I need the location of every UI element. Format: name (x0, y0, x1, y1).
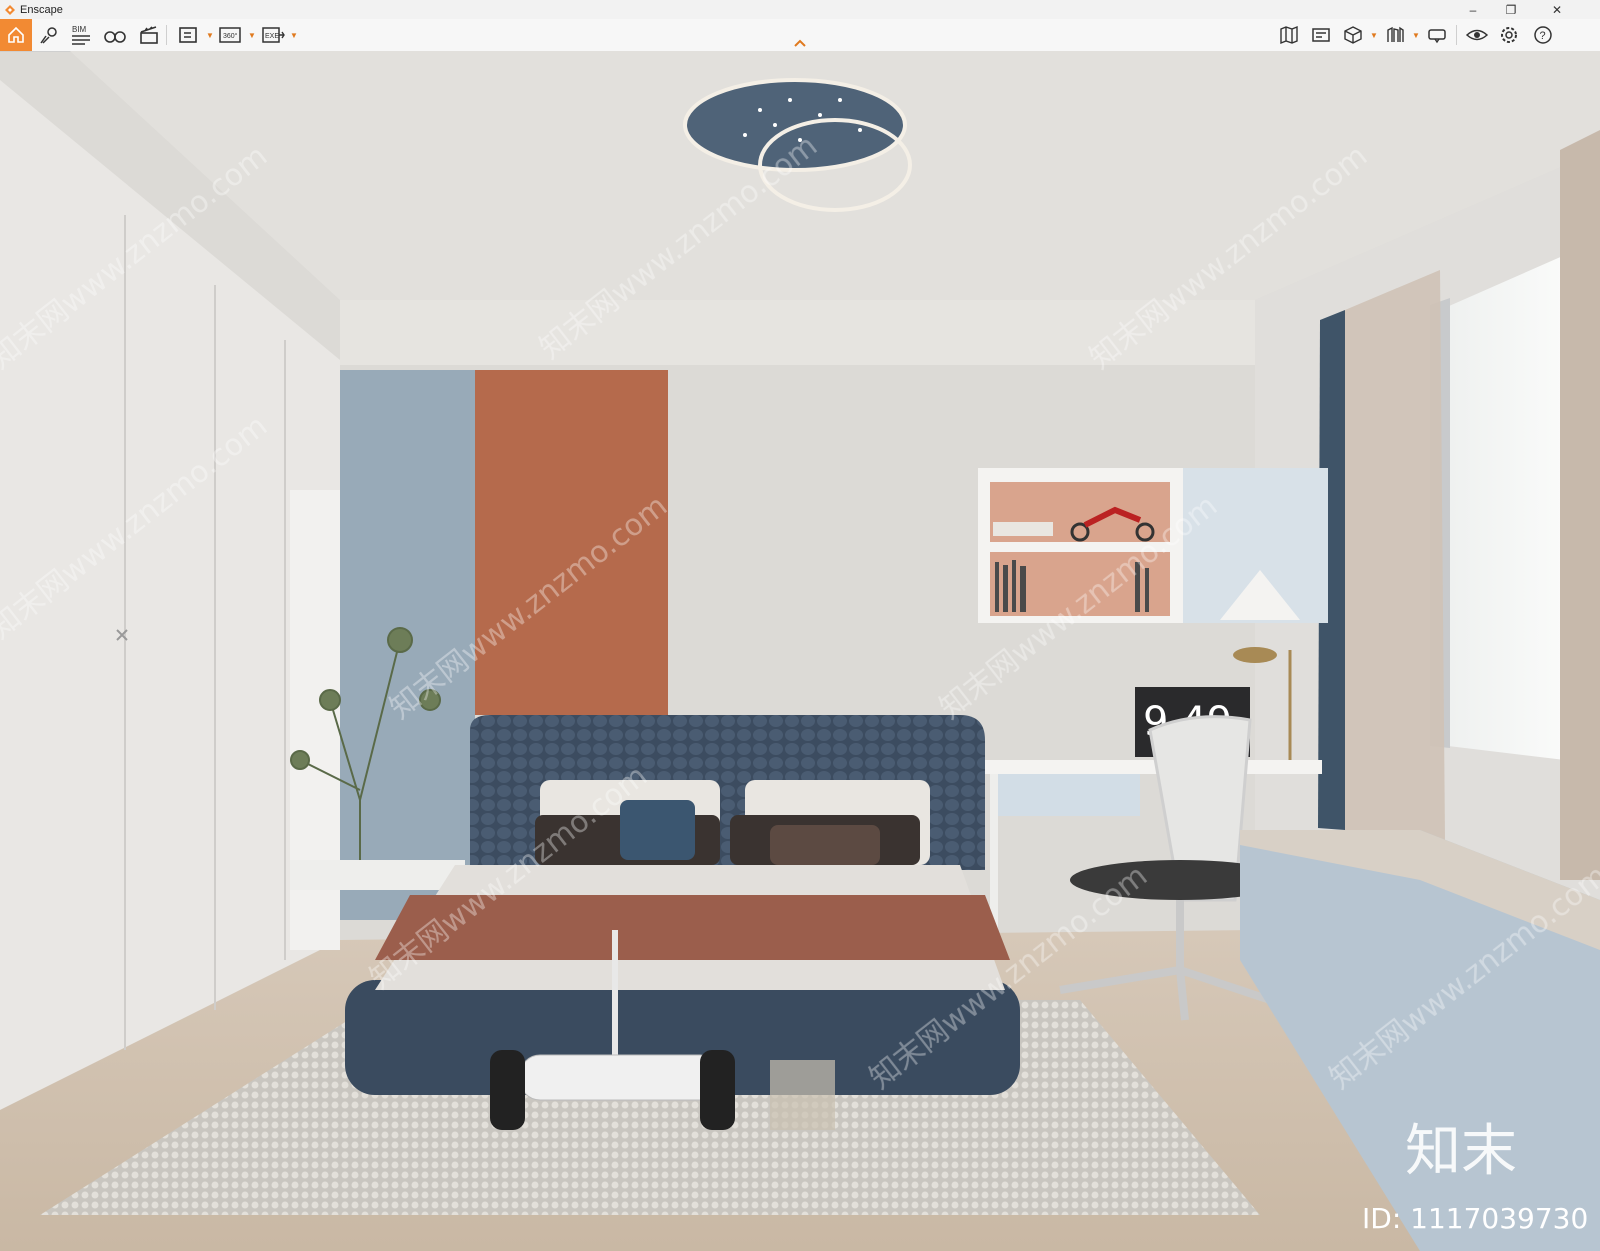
library-icon (1387, 26, 1404, 42)
bim-label: BIM (72, 25, 87, 34)
panorama-dropdown-chevron-icon[interactable]: ▼ (248, 31, 256, 40)
sheer-curtain (1345, 270, 1445, 840)
visual-settings-icon (1465, 29, 1489, 41)
map-pin-icon (40, 27, 57, 44)
bim-button[interactable]: BIM (68, 22, 94, 48)
exe-export-icon: EXE (262, 27, 285, 43)
enscape-logo-icon (5, 4, 15, 15)
map-view-button[interactable] (1276, 22, 1302, 48)
vr-headset-button[interactable] (1424, 22, 1450, 48)
view-management-button[interactable] (36, 22, 62, 48)
glass-cube-lantern (770, 1060, 835, 1130)
help-glyph: ? (1540, 30, 1546, 42)
toolbar-separator (1456, 25, 1457, 45)
panorama-360-icon: 360° (219, 27, 241, 43)
library-dropdown-chevron-icon[interactable]: ▼ (1412, 31, 1420, 40)
video-editor-icon (1312, 28, 1330, 42)
close-button[interactable]: ✕ (1540, 0, 1574, 19)
blue-cushion (620, 800, 695, 860)
desk-lamp (1233, 647, 1277, 663)
bim-icon: BIM (72, 25, 90, 45)
asset-cube-icon (1344, 26, 1362, 44)
bedroom-render-scene: 9 49 知末网www.z (0, 51, 1600, 1251)
exe-label: EXE (265, 33, 279, 40)
right-curtain (1560, 130, 1600, 880)
exe-export-button[interactable]: EXE (260, 22, 286, 48)
title-bar: Enscape – ❐ ✕ (0, 0, 1600, 20)
asset-library-button[interactable] (1340, 22, 1366, 48)
binoculars-button[interactable] (102, 22, 128, 48)
clapboard-icon (140, 26, 158, 44)
settings-button[interactable] (1496, 22, 1522, 48)
home-button[interactable] (0, 19, 32, 51)
floating-nightstand (290, 860, 465, 890)
help-button[interactable]: ? (1530, 22, 1556, 48)
visual-settings-button[interactable] (1464, 22, 1490, 48)
collapse-toolbar-chevron-icon[interactable] (792, 38, 808, 48)
panorama-label: 360° (223, 32, 238, 40)
window-glass (1440, 255, 1565, 760)
exe-dropdown-chevron-icon[interactable]: ▼ (290, 31, 298, 40)
render-viewport[interactable]: 9 49 知末网www.z (0, 51, 1600, 1251)
library-button[interactable] (1382, 22, 1408, 48)
video-editor-button[interactable] (136, 22, 162, 48)
minimize-button[interactable]: – (1456, 0, 1490, 19)
panorama-button[interactable]: 360° (218, 22, 244, 48)
screenshot-export-button[interactable] (176, 22, 202, 48)
video-editor-right-button[interactable] (1308, 22, 1334, 48)
brand-watermark: 知末 (1405, 1119, 1517, 1184)
image-id-label: ID: 1117039730 (1362, 1202, 1588, 1235)
screenshot-export-icon (179, 27, 197, 43)
screenshot-dropdown-chevron-icon[interactable]: ▼ (206, 31, 214, 40)
window-title: Enscape (20, 3, 63, 16)
toolbar-separator (166, 25, 167, 45)
binoculars-icon (104, 31, 126, 43)
map-view-icon (1280, 25, 1298, 45)
vr-headset-icon (1428, 29, 1446, 44)
asset-dropdown-chevron-icon[interactable]: ▼ (1370, 31, 1378, 40)
brown-cushion (770, 825, 880, 865)
restore-button[interactable]: ❐ (1494, 0, 1528, 19)
help-icon: ? (1534, 26, 1552, 44)
settings-gear-icon (1501, 27, 1517, 43)
home-icon (8, 26, 24, 43)
